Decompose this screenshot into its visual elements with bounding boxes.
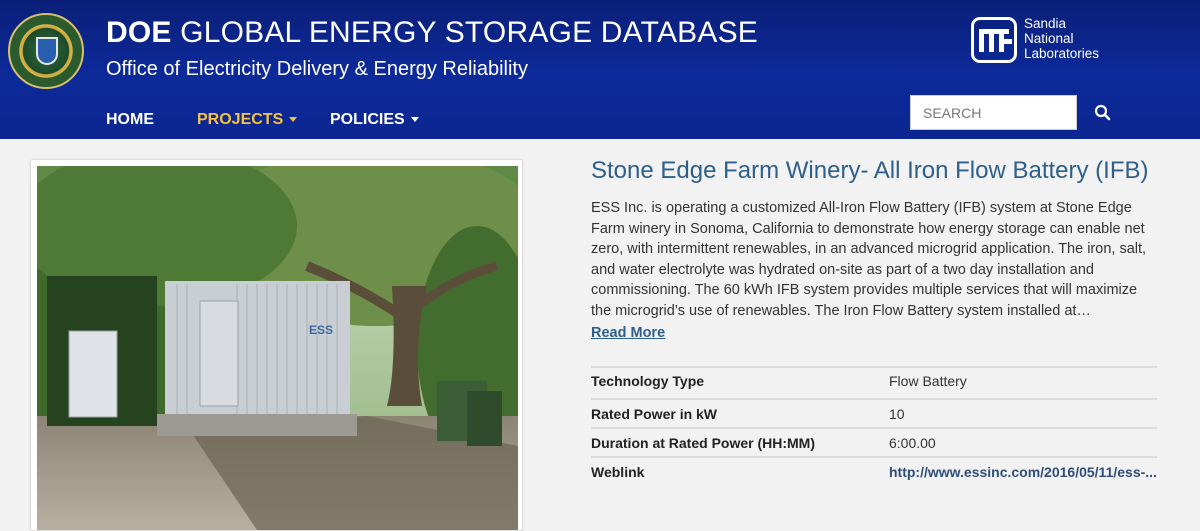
detail-value: 10 bbox=[889, 406, 905, 422]
search-input[interactable] bbox=[910, 95, 1077, 130]
site-title-rest: GLOBAL ENERGY STORAGE DATABASE bbox=[171, 16, 759, 49]
detail-row-duration: Duration at Rated Power (HH:MM) 6:00.00 bbox=[591, 429, 1157, 458]
detail-value: 6:00.00 bbox=[889, 435, 936, 451]
detail-label: Duration at Rated Power (HH:MM) bbox=[591, 435, 815, 451]
project-photo-frame: ESS bbox=[30, 159, 523, 531]
project-description: ESS Inc. is operating a customized All-I… bbox=[591, 200, 1147, 319]
detail-label: Rated Power in kW bbox=[591, 406, 718, 422]
nav-projects[interactable]: PROJECTS bbox=[197, 111, 298, 129]
project-photo[interactable]: ESS bbox=[37, 166, 518, 530]
seal-shield-icon bbox=[36, 37, 58, 65]
nav-projects-label: PROJECTS bbox=[197, 111, 284, 128]
detail-label: Weblink bbox=[591, 464, 645, 480]
sandia-logo-icon[interactable] bbox=[971, 17, 1017, 63]
nav-home[interactable]: HOME bbox=[106, 111, 154, 129]
chevron-down-icon bbox=[289, 117, 298, 123]
site-subtitle: Office of Electricity Delivery & Energy … bbox=[106, 58, 528, 80]
detail-label: Technology Type bbox=[591, 373, 705, 389]
project-title[interactable]: Stone Edge Farm Winery- All Iron Flow Ba… bbox=[591, 157, 1149, 185]
detail-row-weblink: Weblink http://www.essinc.com/2016/05/11… bbox=[591, 458, 1157, 487]
read-more-link[interactable]: Read More bbox=[591, 325, 665, 341]
nav-home-label: HOME bbox=[106, 111, 154, 128]
sandia-line-1: Sandia bbox=[1024, 16, 1067, 31]
sandia-line-3: Laboratories bbox=[1024, 46, 1100, 61]
detail-row-technology-type: Technology Type Flow Battery bbox=[591, 366, 1157, 400]
detail-row-rated-power: Rated Power in kW 10 bbox=[591, 400, 1157, 429]
chevron-down-icon bbox=[410, 117, 419, 123]
nav-policies-label: POLICIES bbox=[330, 111, 405, 128]
weblink[interactable]: http://www.essinc.com/2016/05/11/ess-... bbox=[889, 464, 1159, 480]
doe-seal-icon[interactable] bbox=[8, 13, 84, 89]
search-icon[interactable] bbox=[1093, 103, 1113, 123]
sandia-logo-text[interactable]: Sandia National Laboratories bbox=[1024, 16, 1099, 61]
sandia-line-2: National bbox=[1024, 31, 1074, 46]
project-details-table: Technology Type Flow Battery Rated Power… bbox=[591, 366, 1157, 487]
nav-policies[interactable]: POLICIES bbox=[330, 111, 419, 129]
container-label: ESS bbox=[309, 323, 333, 337]
site-title-bold: DOE bbox=[106, 16, 172, 49]
site-header: DOE GLOBAL ENERGY STORAGE DATABASE Offic… bbox=[0, 0, 1200, 139]
site-title[interactable]: DOE GLOBAL ENERGY STORAGE DATABASE bbox=[106, 16, 758, 50]
detail-value: Flow Battery bbox=[889, 373, 967, 389]
